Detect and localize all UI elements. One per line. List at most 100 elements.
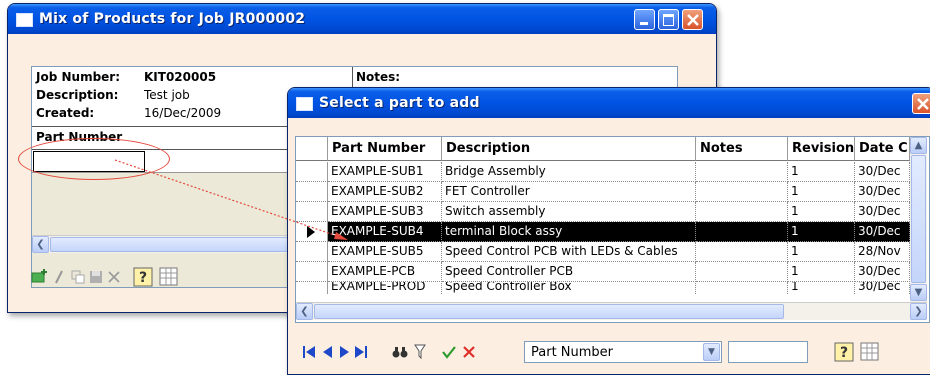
save-icon[interactable] xyxy=(89,270,103,284)
row-indicator xyxy=(296,242,328,262)
cell-notes xyxy=(696,262,788,282)
first-record-icon[interactable] xyxy=(302,345,316,359)
search-field-value: Part Number xyxy=(531,345,614,360)
created-label: Created: xyxy=(36,106,95,120)
cell-notes xyxy=(696,222,788,242)
cell-part: EXAMPLE-SUB4 xyxy=(328,222,442,242)
table-row[interactable]: EXAMPLE-SUB1 Bridge Assembly 1 30/Dec xyxy=(296,162,916,182)
last-record-icon[interactable] xyxy=(354,345,368,359)
copy-icon[interactable] xyxy=(71,270,85,284)
svg-text:?: ? xyxy=(840,345,848,361)
v-scroll-thumb[interactable] xyxy=(911,155,926,283)
scroll-left-button[interactable]: ❮ xyxy=(296,303,313,320)
table-row-selected[interactable]: EXAMPLE-SUB4 terminal Block assy 1 30/De… xyxy=(296,222,916,242)
filter-icon[interactable] xyxy=(414,344,426,360)
close-icon xyxy=(687,14,699,26)
cell-rev: 1 xyxy=(788,202,855,222)
job-number-value: KIT020005 xyxy=(144,70,217,84)
add-icon[interactable] xyxy=(31,269,49,285)
help-icon[interactable]: ? xyxy=(834,342,854,362)
cell-desc: Speed Controller PCB xyxy=(442,262,696,282)
cell-part: EXAMPLE-SUB3 xyxy=(328,202,442,222)
row-indicator-header xyxy=(296,137,328,161)
grid-icon[interactable] xyxy=(159,267,179,287)
cell-date: 30/Dec xyxy=(855,262,910,282)
cell-rev: 1 xyxy=(788,262,855,282)
col-part-number[interactable]: Part Number xyxy=(328,137,442,161)
table-row[interactable]: EXAMPLE-SUB3 Switch assembly 1 30/Dec xyxy=(296,202,916,222)
binoculars-icon[interactable] xyxy=(392,345,408,359)
main-toolbar: ? xyxy=(31,267,331,291)
grid-icon[interactable] xyxy=(860,342,880,362)
row-indicator xyxy=(296,262,328,282)
cell-notes xyxy=(696,182,788,202)
col-notes[interactable]: Notes xyxy=(696,137,788,161)
cell-rev: 1 xyxy=(788,222,855,242)
scroll-up-button[interactable]: ▲ xyxy=(910,137,927,154)
delete-icon[interactable] xyxy=(107,270,121,284)
row-indicator xyxy=(296,222,328,242)
table-row[interactable]: EXAMPLE-SUB2 FET Controller 1 30/Dec xyxy=(296,182,916,202)
cell-notes xyxy=(696,282,788,294)
chevron-down-icon[interactable]: ▼ xyxy=(703,343,720,361)
select-window-title: Select a part to add xyxy=(319,95,480,111)
next-record-icon[interactable] xyxy=(338,345,350,359)
grid-horizontal-scrollbar[interactable]: ❮ ❯ xyxy=(296,302,927,320)
search-field-select[interactable]: Part Number ▼ xyxy=(524,341,722,363)
maximize-icon xyxy=(663,14,674,26)
cell-notes xyxy=(696,162,788,182)
cell-date: 30/Dec xyxy=(855,202,910,222)
description-label: Description: xyxy=(36,88,119,102)
h-scroll-thumb[interactable] xyxy=(314,304,784,319)
cell-part: EXAMPLE-SUB1 xyxy=(328,162,442,182)
table-row[interactable]: EXAMPLE-PCB Speed Controller PCB 1 30/De… xyxy=(296,262,916,282)
annotation-oval xyxy=(18,138,170,180)
cancel-icon[interactable] xyxy=(462,345,476,359)
scroll-right-button[interactable]: ❯ xyxy=(910,303,927,320)
svg-text:?: ? xyxy=(139,270,147,286)
select-window-icon xyxy=(296,97,313,111)
job-number-label: Job Number: xyxy=(36,70,121,84)
parts-grid: Part Number Description Notes Revision D… xyxy=(295,136,930,323)
confirm-icon[interactable] xyxy=(442,345,456,359)
select-title-bar[interactable]: Select a part to add xyxy=(288,88,930,118)
vertical-scrollbar[interactable]: ▲ ▼ xyxy=(910,137,927,302)
cell-notes xyxy=(696,242,788,262)
cell-rev: 1 xyxy=(788,282,855,294)
cell-rev: 1 xyxy=(788,242,855,262)
close-icon xyxy=(917,98,929,110)
created-value: 16/Dec/2009 xyxy=(144,106,222,120)
maximize-button[interactable] xyxy=(658,9,679,30)
close-button[interactable] xyxy=(682,9,703,30)
window-title: Mix of Products for Job JR000002 xyxy=(39,11,306,27)
cell-part: EXAMPLE-SUB5 xyxy=(328,242,442,262)
edit-icon[interactable] xyxy=(53,269,65,285)
minimize-button[interactable] xyxy=(634,9,655,30)
col-date[interactable]: Date C xyxy=(855,137,910,161)
current-row-icon xyxy=(307,226,315,238)
select-close-button[interactable] xyxy=(912,93,930,114)
cell-part: EXAMPLE-SUB2 xyxy=(328,182,442,202)
cell-desc: Switch assembly xyxy=(442,202,696,222)
cell-desc: Speed Controller Box xyxy=(442,282,696,294)
prev-record-icon[interactable] xyxy=(322,345,334,359)
scroll-down-button[interactable]: ▼ xyxy=(910,284,927,301)
search-input[interactable] xyxy=(728,341,808,363)
table-row[interactable]: EXAMPLE-SUB5 Speed Control PCB with LEDs… xyxy=(296,242,916,262)
row-indicator xyxy=(296,162,328,182)
row-indicator xyxy=(296,282,328,294)
select-part-window: Select a part to add Part Number Descrip… xyxy=(287,87,930,375)
navigation-bar: Part Number ▼ ? xyxy=(296,338,926,366)
table-row[interactable]: EXAMPLE-PROD Speed Controller Box 1 30/D… xyxy=(296,282,916,294)
cell-date: 30/Dec xyxy=(855,182,910,202)
help-icon[interactable]: ? xyxy=(133,267,153,287)
col-description[interactable]: Description xyxy=(442,137,696,161)
title-bar[interactable]: Mix of Products for Job JR000002 xyxy=(8,4,716,34)
cell-part: EXAMPLE-PCB xyxy=(328,262,442,282)
cell-date: 28/Nov xyxy=(855,242,910,262)
cell-rev: 1 xyxy=(788,162,855,182)
cell-desc: Speed Control PCB with LEDs & Cables xyxy=(442,242,696,262)
col-revision[interactable]: Revision xyxy=(788,137,855,161)
cell-desc: Bridge Assembly xyxy=(442,162,696,182)
scroll-left-button[interactable]: ❮ xyxy=(32,236,49,253)
